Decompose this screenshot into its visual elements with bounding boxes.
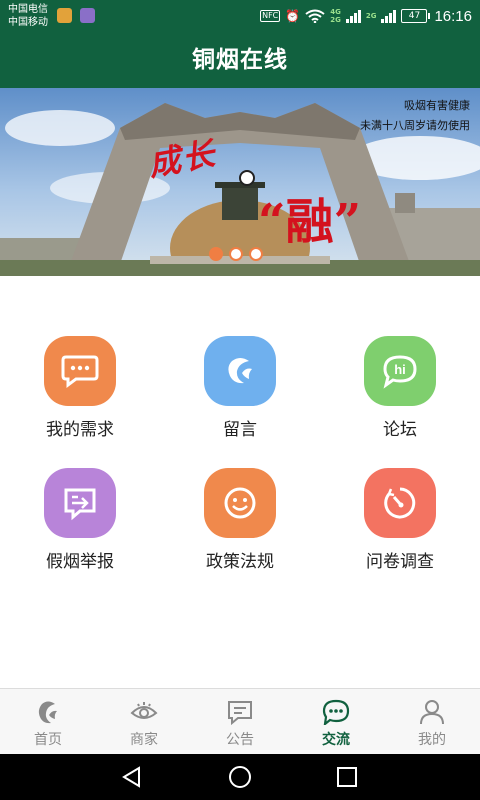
status-icons: NFC ⏰ 4G 2G 2G 47 16:16: [260, 0, 472, 32]
carousel-dot[interactable]: [229, 247, 243, 261]
system-nav-bar: [0, 754, 480, 800]
grid-item-label: 政策法规: [206, 552, 274, 572]
banner-carousel[interactable]: 吸烟有害健康 未满十八周岁请勿使用 成长 “融”: [0, 88, 480, 276]
page-title: 铜烟在线: [192, 47, 288, 73]
grid-item-label: 论坛: [383, 420, 417, 440]
title-bar: 铜烟在线: [0, 32, 480, 88]
carousel-indicators: [209, 247, 263, 261]
network-type-2: 2G: [365, 12, 377, 20]
svg-text:hi: hi: [394, 362, 406, 377]
gauge-icon: [364, 468, 436, 538]
tab-merchants[interactable]: 商家: [96, 689, 192, 755]
eye-icon: [130, 702, 158, 719]
grid-item-my-needs[interactable]: 我的需求: [0, 336, 160, 446]
person-icon: [420, 700, 444, 725]
tab-label: 商家: [130, 732, 158, 748]
notice-icon: [228, 701, 252, 725]
grid-item-forum[interactable]: hi 论坛: [320, 336, 480, 446]
chat-icon: [322, 699, 350, 725]
tab-label: 我的: [418, 732, 446, 748]
grid-item-label: 留言: [223, 420, 257, 440]
notification-app-icon: [57, 8, 72, 23]
app-logo-icon: [204, 336, 276, 406]
grid-item-policy[interactable]: 政策法规: [160, 468, 320, 578]
grid-item-report-fake[interactable]: 假烟举报: [0, 468, 160, 578]
alarm-icon: ⏰: [285, 9, 301, 23]
home-circle-icon[interactable]: [225, 762, 255, 792]
signal-2-icon: [381, 9, 397, 23]
banner-ring-mark: [239, 170, 255, 186]
tab-mine[interactable]: 我的: [384, 689, 480, 755]
carrier-2: 中国移动: [8, 17, 48, 28]
grid-item-survey[interactable]: 问卷调查: [320, 468, 480, 578]
battery-icon: 47: [401, 9, 431, 23]
health-warning: 吸烟有害健康 未满十八周岁请勿使用: [360, 96, 470, 136]
grid-item-message[interactable]: 留言: [160, 336, 320, 446]
warning-line-2: 未满十八周岁请勿使用: [360, 119, 470, 132]
carrier-info: 中国电信 中国移动: [8, 3, 48, 29]
nfc-icon: NFC: [260, 10, 281, 22]
network-type-1: 4G 2G: [330, 8, 341, 24]
carrier-1: 中国电信: [8, 4, 48, 15]
tab-notices[interactable]: 公告: [192, 689, 288, 755]
carousel-dot[interactable]: [249, 247, 263, 261]
grid-item-label: 问卷调查: [366, 552, 434, 572]
chat-bubble-icon: [44, 336, 116, 406]
tab-label: 交流: [322, 732, 350, 748]
smile-icon: [204, 468, 276, 538]
report-icon: [44, 468, 116, 538]
status-bar: 中国电信 中国移动 NFC ⏰ 4G 2G 2G 47 16:16: [0, 0, 480, 32]
clock: 16:16: [434, 7, 472, 25]
grid-item-label: 假烟举报: [46, 552, 114, 572]
notification-gallery-icon: [80, 8, 95, 23]
carousel-dot[interactable]: [209, 247, 223, 261]
home-logo-icon: [38, 701, 57, 724]
recent-square-icon[interactable]: [332, 762, 362, 792]
grid-item-label: 我的需求: [46, 420, 114, 440]
hi-bubble-icon: hi: [364, 336, 436, 406]
tab-communication[interactable]: 交流: [288, 689, 384, 755]
tab-home[interactable]: 首页: [0, 689, 96, 755]
tab-label: 公告: [226, 732, 254, 748]
banner-slogan-2: “融”: [258, 194, 362, 250]
warning-line-1: 吸烟有害健康: [404, 99, 470, 112]
signal-1-icon: [345, 9, 361, 23]
tab-label: 首页: [34, 732, 62, 748]
wifi-icon: [305, 9, 325, 23]
back-triangle-icon[interactable]: [117, 762, 147, 792]
bottom-nav: 首页 商家 公告 交流 我的: [0, 688, 480, 754]
